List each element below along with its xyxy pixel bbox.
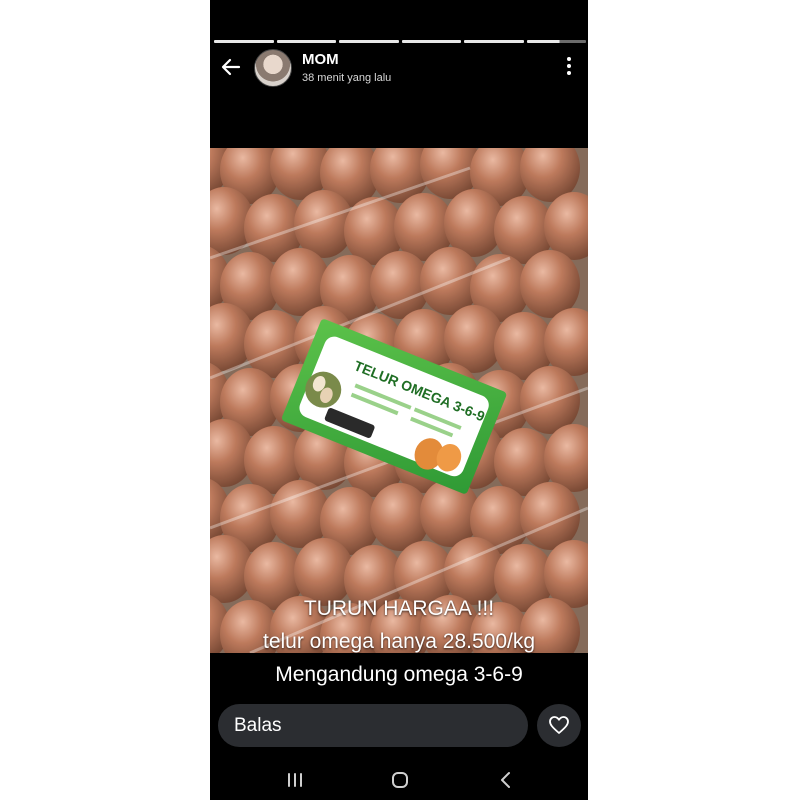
like-button[interactable]: [537, 704, 581, 747]
story-header: MOM 38 menit yang lalu: [210, 46, 588, 90]
progress-segment: [401, 40, 461, 43]
progress-segment: [214, 40, 274, 43]
caption-line: TURUN HARGAA !!!: [303, 597, 495, 620]
egg-tray-image: TELUR OMEGA 3-6-9: [210, 148, 588, 653]
reply-input[interactable]: Balas: [218, 704, 528, 747]
avatar[interactable]: [254, 49, 292, 87]
arrow-left-icon[interactable]: [220, 56, 244, 80]
reply-placeholder: Balas: [234, 715, 282, 736]
home-icon[interactable]: [387, 768, 413, 792]
posted-time: 38 menit yang lalu: [302, 72, 392, 84]
progress-segment-current: [526, 40, 586, 43]
heart-icon: [549, 716, 569, 734]
progress-segment: [339, 40, 399, 43]
progress-segment: [276, 40, 336, 43]
story-progress-bar: [214, 40, 586, 43]
recent-apps-icon[interactable]: [282, 768, 308, 792]
caption-line: Mengandung omega 3-6-9: [275, 663, 523, 686]
system-navigation-bar: [210, 760, 588, 800]
progress-segment: [464, 40, 524, 43]
more-vertical-icon[interactable]: [564, 54, 574, 80]
user-name[interactable]: MOM: [302, 51, 339, 68]
caption-line: telur omega hanya 28.500/kg: [262, 630, 536, 653]
back-chevron-icon[interactable]: [493, 768, 519, 792]
story-caption: TURUN HARGAA !!! telur omega hanya 28.50…: [210, 592, 588, 691]
story-photo: TELUR OMEGA 3-6-9: [210, 148, 588, 653]
story-viewer: MOM 38 menit yang lalu TELUR OMEGA 3-6-9…: [210, 0, 588, 800]
